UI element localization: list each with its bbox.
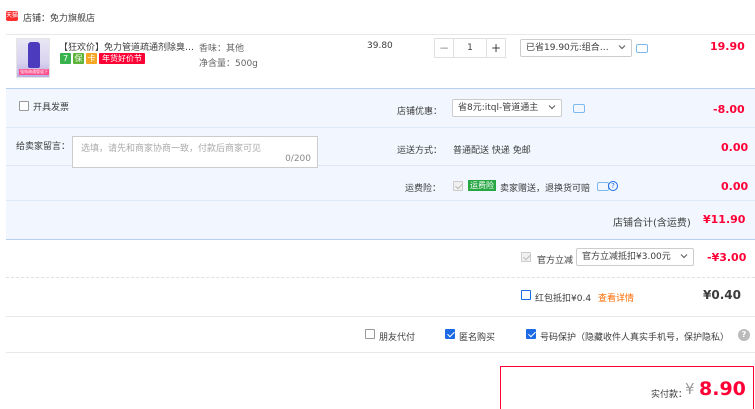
payment-amount: 8.90: [699, 378, 746, 400]
seller-message-input[interactable]: 选填，请先和商家协商一致，付款后商家可见 0/200: [72, 136, 318, 168]
insurance-tag: 运费险: [468, 180, 496, 191]
chevron-down-icon: [680, 254, 688, 259]
redpacket-value: ¥0.40: [703, 288, 741, 302]
delivery-fee: 0.00: [721, 141, 749, 154]
shop-total-value: ¥11.90: [703, 213, 746, 226]
divider: [6, 277, 755, 278]
item-promo-select[interactable]: 已省19.90元:组合…: [520, 39, 632, 57]
product-bottle-graphic: [28, 42, 40, 68]
insurance-label: 运费险：: [405, 184, 442, 194]
seven-day-return-icon: 7: [60, 53, 71, 64]
payment-currency: ¥: [685, 380, 695, 398]
chevron-down-icon: [618, 45, 626, 50]
invoice-label: 开具发票: [33, 103, 70, 113]
official-discount-label: 官方立减: [537, 256, 574, 266]
shop-discount-select-value: 省8元:itql-管道通主: [458, 103, 539, 113]
chat-icon[interactable]: [573, 104, 585, 113]
product-title[interactable]: 【狂欢价】免力管道疏通剂除臭…: [59, 40, 195, 53]
privacy-protection-checkbox[interactable]: [526, 329, 536, 339]
official-discount-select-value: 官方立减抵扣¥3.00元: [582, 252, 671, 262]
product-image[interactable]: 强效疏通管道下水道: [16, 38, 50, 78]
card-pay-icon: 卡: [86, 53, 97, 64]
quantity-stepper: − 1 +: [434, 38, 506, 58]
message-label: 给卖家留言：: [16, 142, 71, 152]
friend-pay-label: 朋友代付: [379, 333, 416, 343]
delivery-method: 普通配送 快递 免邮: [453, 146, 531, 156]
unit-price: 39.80: [367, 41, 393, 51]
shop-discount-label: 店铺优惠：: [397, 107, 443, 117]
payment-label: 实付款：: [651, 390, 688, 400]
anonymous-label: 匿名购买: [459, 333, 496, 343]
shop-discount-select[interactable]: 省8元:itql-管道通主: [452, 99, 562, 117]
redpacket-details-link[interactable]: 查看详情: [598, 291, 634, 304]
qty-input[interactable]: 1: [454, 38, 486, 58]
qty-minus-button[interactable]: −: [434, 38, 454, 58]
friend-pay-checkbox[interactable]: [365, 329, 375, 339]
chat-icon[interactable]: [636, 44, 648, 53]
tmall-shop-icon: 天猫: [6, 11, 19, 21]
help-circle-icon[interactable]: ?: [608, 181, 618, 191]
panel-divider: [6, 200, 755, 201]
item-subtotal: 19.90: [710, 40, 745, 53]
shop-discount-value: -8.00: [713, 103, 745, 116]
divider: [6, 316, 755, 317]
message-char-counter: 0/200: [285, 154, 311, 164]
spec-flavor: 香味：其他: [199, 44, 245, 54]
anonymous-checkbox[interactable]: [445, 329, 455, 339]
official-discount-value: -¥3.00: [707, 251, 747, 264]
shop-header: 天猫 店铺：免力旗舰店: [0, 0, 755, 34]
divider: [6, 352, 755, 353]
official-discount-select[interactable]: 官方立减抵扣¥3.00元: [576, 248, 694, 266]
invoice-checkbox[interactable]: [19, 101, 29, 111]
item-promo-select-value: 已省19.90元:组合…: [526, 43, 609, 53]
product-badges: 7 保 卡 年货好价节: [60, 53, 145, 64]
guarantee-icon: 保: [73, 53, 84, 64]
privacy-protection-label: 号码保护（隐藏收件人真实手机号，保护隐私）: [540, 333, 730, 343]
insurance-text: 卖家赠送，退换货可赔: [500, 184, 591, 194]
qty-plus-button[interactable]: +: [486, 38, 506, 58]
product-image-caption: 强效疏通管道下水道: [19, 69, 49, 75]
shop-name[interactable]: 店铺：免力旗舰店: [23, 11, 95, 24]
help-icon[interactable]: ?: [738, 329, 750, 341]
redpacket-checkbox[interactable]: [521, 290, 531, 300]
spec-volume: 净含量：500g: [199, 59, 258, 69]
panel-divider: [6, 127, 755, 128]
redpacket-label: 红包抵扣¥0.4: [535, 294, 592, 304]
insurance-checkbox: [453, 181, 463, 191]
promo-badge: 年货好价节: [99, 53, 145, 64]
chevron-down-icon: [548, 105, 556, 110]
shop-total-label: 店铺合计(含运费): [613, 218, 691, 229]
message-placeholder: 选填，请先和商家协商一致，付款后商家可见: [81, 144, 262, 154]
official-discount-checkbox: [521, 252, 531, 262]
insurance-value: 0.00: [721, 180, 749, 193]
delivery-label: 运送方式：: [397, 146, 443, 156]
